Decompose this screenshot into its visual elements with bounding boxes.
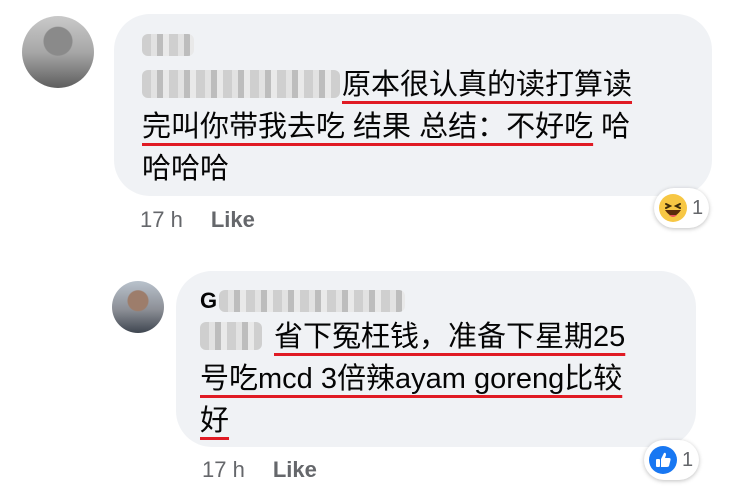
- comment-text: 原本很认真的读打算读 完叫你带我去吃 结果 总结：不好吃 哈 哈哈哈: [142, 64, 702, 190]
- reply-timestamp[interactable]: 17 h: [202, 457, 245, 482]
- comment-timestamp[interactable]: 17 h: [140, 207, 183, 232]
- haha-emoji-icon: [658, 193, 688, 223]
- comment-text-line: 哈哈哈: [142, 153, 230, 185]
- comment-text-line: 原本很认真的读打算读: [342, 69, 633, 101]
- reaction-summary[interactable]: 1: [654, 188, 710, 228]
- comment-text-line: 完叫你带我去吃 结果 总结：不好吃: [142, 111, 594, 143]
- reaction-summary[interactable]: 1: [644, 440, 700, 480]
- replier-avatar[interactable]: [112, 281, 164, 333]
- comment-meta: 17 h Like: [140, 207, 255, 233]
- like-thumb-icon: [648, 445, 678, 475]
- reply-text-line: 好: [200, 405, 230, 437]
- reply-meta: 17 h Like: [202, 457, 317, 483]
- commenter-avatar[interactable]: [22, 16, 94, 88]
- replier-name-blurred[interactable]: [219, 290, 405, 312]
- replier-name[interactable]: G: [200, 288, 217, 314]
- reply-text-line: 省下冤枉钱，准备下星期25: [274, 321, 626, 353]
- reply-text-line: 号吃mcd 3倍辣ayam goreng比较: [200, 363, 623, 395]
- like-button[interactable]: Like: [211, 207, 255, 232]
- reply-text: 省下冤枉钱，准备下星期25 号吃mcd 3倍辣ayam goreng比较 好: [200, 316, 690, 442]
- reaction-count: 1: [692, 196, 704, 219]
- like-button[interactable]: Like: [273, 457, 317, 482]
- commenter-name-blurred[interactable]: [142, 34, 194, 56]
- reaction-count: 1: [682, 448, 694, 471]
- comment-text-tail: 哈: [593, 111, 631, 143]
